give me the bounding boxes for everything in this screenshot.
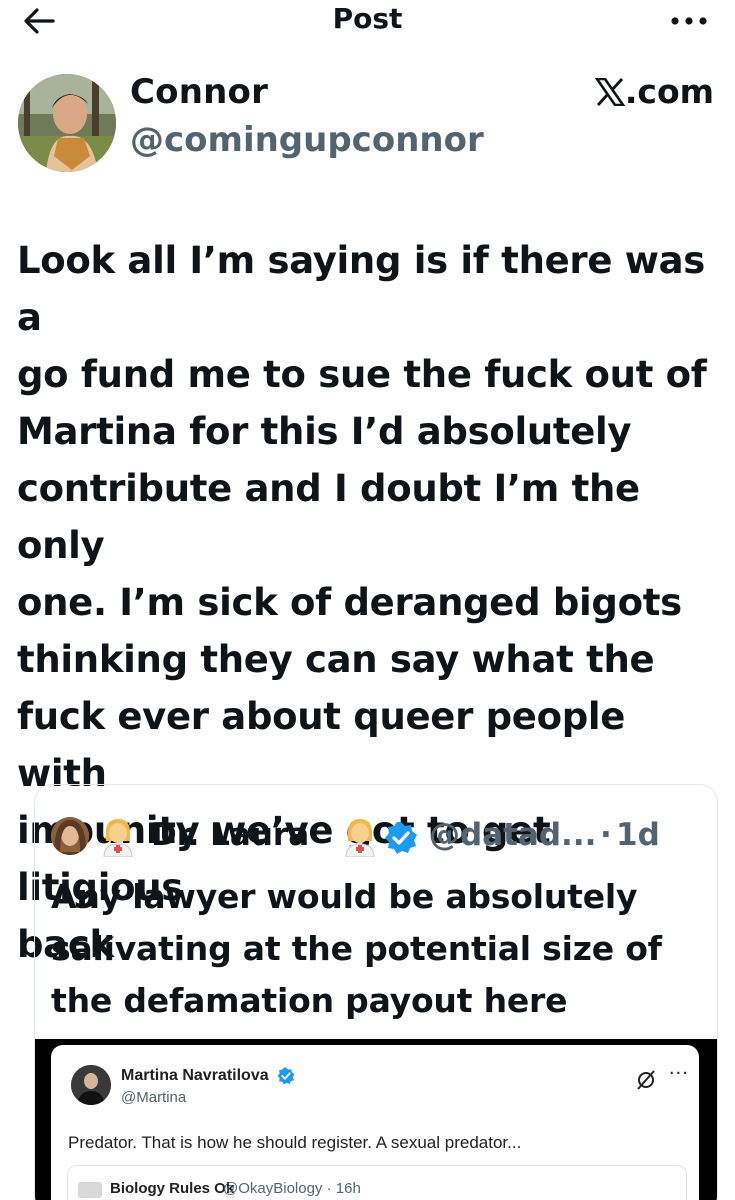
source-badge: .com: [594, 72, 714, 111]
top-bar: Post: [0, 0, 735, 44]
author-name[interactable]: Connor: [130, 72, 268, 112]
verified-badge-icon: [277, 1067, 295, 1085]
separator-dot: ·: [600, 817, 612, 853]
quoted-post[interactable]: Dr. Laura @datad... · 1d Any lawyer woul…: [34, 784, 718, 1200]
embedded-quoted-name: Biology Rules Ok: [110, 1180, 235, 1197]
grok-icon: [637, 1070, 655, 1090]
more-horizontal-icon: [671, 17, 707, 25]
more-button[interactable]: [669, 8, 709, 34]
tweet-line: one. I’m sick of deranged bigots: [17, 581, 682, 624]
embedded-author-handle: @Martina: [121, 1089, 187, 1106]
embedded-quoted-avatar: [78, 1182, 102, 1198]
quoted-author-name[interactable]: Dr. Laura: [151, 817, 309, 853]
woman-health-worker-emoji-icon: [345, 819, 375, 857]
tweet-line: thinking they can say what the: [17, 638, 655, 681]
quoted-author-handle[interactable]: @datad...: [429, 817, 596, 853]
page-title: Post: [332, 2, 403, 35]
quoted-post-header: Dr. Laura @datad... · 1d: [51, 815, 711, 859]
author-row: Connor @comingupconnor .com: [14, 72, 714, 182]
embedded-avatar: [71, 1065, 111, 1105]
avatar[interactable]: [18, 74, 116, 172]
quoted-line: Any lawyer would be absolutely: [51, 877, 638, 916]
quoted-media-screenshot[interactable]: Martina Navratilova @Martina ··· Predato…: [35, 1039, 717, 1200]
embedded-quoted-post: Biology Rules Ok @OkayBiology · 16h: [67, 1165, 687, 1200]
source-text: .com: [624, 72, 714, 111]
tweet-line: go fund me to sue the fuck out of: [17, 353, 707, 396]
quoted-timestamp[interactable]: 1d: [616, 817, 660, 853]
embedded-post-text: Predator. That is how he should register…: [68, 1133, 522, 1152]
quoted-line: the defamation payout here: [51, 981, 568, 1020]
avatar-image: [18, 74, 116, 172]
quoted-avatar[interactable]: [51, 817, 89, 855]
embedded-quoted-handle: @OkayBiology · 16h: [223, 1180, 361, 1197]
tweet-line: contribute and I doubt I’m the only: [17, 467, 640, 567]
tweet-line: Martina for this I’d absolutely: [17, 410, 632, 453]
x-logo-icon: [594, 77, 626, 107]
embedded-author-name: Martina Navratilova: [121, 1067, 269, 1084]
tweet-line: Look all I’m saying is if there was a: [17, 239, 706, 339]
quoted-avatar-image: [51, 817, 89, 855]
quoted-line: salivating at the potential size of: [51, 929, 662, 968]
woman-health-worker-emoji-icon: [103, 819, 133, 857]
author-handle[interactable]: @comingupconnor: [130, 120, 484, 160]
verified-badge-icon: [385, 822, 417, 854]
quoted-post-text: Any lawyer would be absolutely salivatin…: [51, 871, 701, 1027]
embedded-post-card: Martina Navratilova @Martina ··· Predato…: [51, 1045, 699, 1200]
embedded-avatar-image: [71, 1065, 111, 1105]
embedded-more-icon: ···: [668, 1063, 689, 1084]
